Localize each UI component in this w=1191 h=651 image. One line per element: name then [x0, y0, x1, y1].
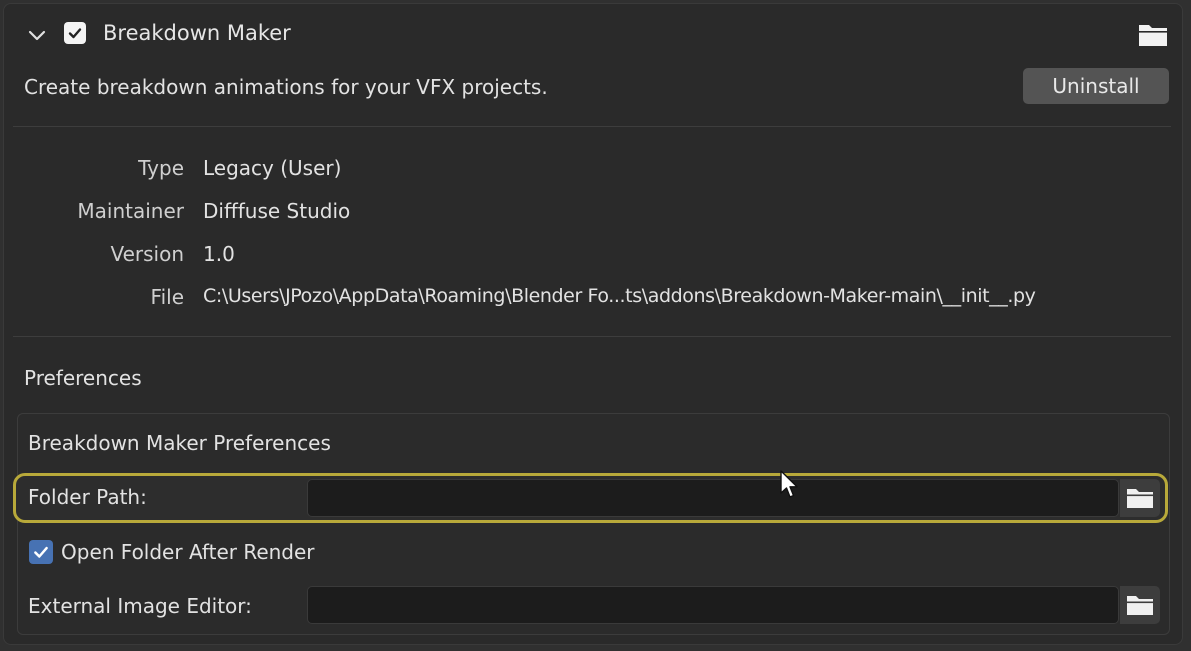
addon-description: Create breakdown animations for your VFX…	[24, 75, 548, 99]
checkmark-icon	[34, 546, 48, 558]
preferences-title: Breakdown Maker Preferences	[28, 431, 331, 455]
info-label-version: Version	[110, 242, 184, 266]
folder-icon[interactable]	[1137, 21, 1169, 49]
external-editor-browse-button[interactable]	[1120, 586, 1160, 624]
checkmark-icon	[68, 28, 82, 39]
divider	[13, 126, 1171, 127]
folder-path-input[interactable]	[307, 479, 1119, 517]
addon-enabled-checkbox[interactable]	[64, 22, 86, 44]
info-label-file: File	[150, 285, 184, 309]
info-value-maintainer: Difffuse Studio	[203, 199, 351, 223]
folder-path-browse-button[interactable]	[1120, 479, 1160, 517]
chevron-down-icon[interactable]	[26, 24, 48, 46]
folder-icon	[1127, 489, 1153, 508]
folder-icon	[1127, 596, 1153, 615]
folder-path-label: Folder Path:	[28, 485, 147, 509]
info-value-file: C:\Users\JPozo\AppData\Roaming\Blender F…	[203, 285, 1036, 307]
addon-panel: Breakdown Maker Create breakdown animati…	[3, 3, 1183, 645]
external-editor-label: External Image Editor:	[28, 594, 252, 618]
info-label-maintainer: Maintainer	[77, 199, 184, 223]
open-folder-label[interactable]: Open Folder After Render	[61, 540, 315, 564]
external-editor-input[interactable]	[307, 586, 1119, 624]
open-folder-checkbox[interactable]	[29, 540, 53, 564]
info-label-type: Type	[138, 156, 184, 180]
addon-header[interactable]: Breakdown Maker	[4, 4, 1184, 62]
info-value-version: 1.0	[203, 242, 235, 266]
info-value-type: Legacy (User)	[203, 156, 342, 180]
addon-name: Breakdown Maker	[103, 21, 291, 45]
preferences-heading: Preferences	[24, 366, 142, 390]
uninstall-button[interactable]: Uninstall	[1023, 68, 1169, 104]
mouse-cursor-icon	[780, 470, 798, 498]
divider	[13, 336, 1171, 337]
